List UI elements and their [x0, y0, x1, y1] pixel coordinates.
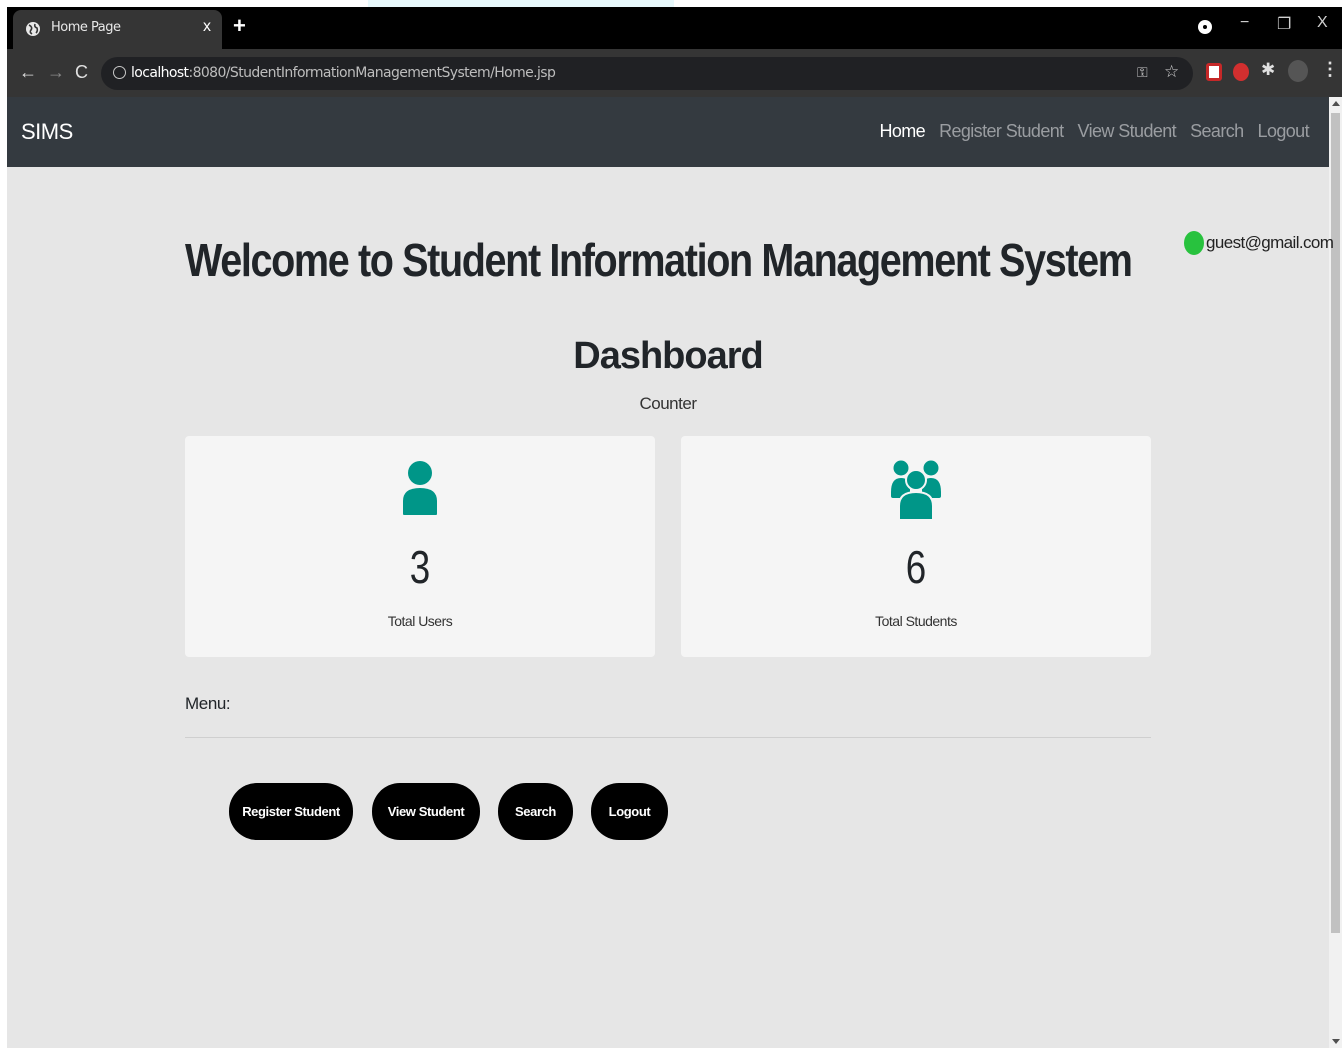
tab-bar: Home Page x + − ❐ X [7, 7, 1342, 49]
restore-button[interactable]: ❐ [1277, 14, 1291, 34]
total-students-label: Total Students [875, 613, 957, 629]
address-bar[interactable]: localhost:8080/StudentInformationManagem… [101, 57, 1193, 90]
nav-logout[interactable]: Logout [1258, 121, 1310, 142]
user-badge: guest@gmail.com [1184, 231, 1334, 255]
kebab-menu-icon[interactable]: ⋮ [1321, 59, 1339, 80]
nav-links: Home Register Student View Student Searc… [879, 121, 1309, 142]
total-students-card: 6 Total Students [681, 436, 1151, 657]
url-text[interactable]: localhost:8080/StudentInformationManagem… [131, 65, 556, 81]
search-button[interactable]: Search [498, 783, 573, 840]
back-arrow-icon[interactable]: ← [19, 62, 37, 83]
total-students-count: 6 [905, 541, 927, 593]
nav-view-student[interactable]: View Student [1078, 121, 1177, 142]
url-host: localhost [131, 65, 189, 81]
close-window-button[interactable]: X [1317, 14, 1328, 32]
nav-home[interactable]: Home [879, 121, 925, 142]
online-status-icon [1184, 231, 1204, 255]
globe-icon [26, 22, 40, 36]
bookmark-star-icon[interactable]: ☆ [1164, 62, 1179, 82]
new-tab-button[interactable]: + [233, 13, 246, 39]
info-icon[interactable] [113, 66, 126, 79]
browser-tab[interactable]: Home Page x [13, 10, 222, 49]
top-strip-highlight [368, 0, 674, 7]
scroll-up-icon[interactable] [1332, 101, 1340, 106]
page-title: Welcome to Student Information Managemen… [185, 234, 1133, 286]
nav-search[interactable]: Search [1190, 121, 1244, 142]
scroll-down-icon[interactable] [1332, 1039, 1340, 1044]
view-student-button[interactable]: View Student [372, 783, 480, 840]
avatar[interactable] [1288, 60, 1308, 82]
key-icon[interactable]: ⚿ [1137, 64, 1148, 81]
browser-window: Home Page x + − ❐ X ← → C localhost:8080… [7, 7, 1342, 1048]
extension-shield-icon[interactable] [1206, 63, 1222, 81]
logout-button[interactable]: Logout [591, 783, 668, 840]
user-email: guest@gmail.com [1206, 233, 1334, 252]
extensions-puzzle-icon[interactable]: ✱ [1261, 60, 1275, 80]
user-icon [403, 461, 437, 515]
total-users-count: 3 [409, 541, 431, 593]
tab-title: Home Page [51, 20, 121, 35]
browser-toolbar: ← → C localhost:8080/StudentInformationM… [7, 49, 1342, 97]
menu-label: Menu: [185, 694, 231, 713]
total-users-card: 3 Total Users [185, 436, 655, 657]
minimize-button[interactable]: − [1240, 14, 1249, 32]
divider [185, 737, 1151, 738]
top-strip [0, 0, 1342, 7]
forward-arrow-icon[interactable]: → [47, 62, 65, 83]
total-users-label: Total Users [387, 613, 453, 629]
profile-icon[interactable] [1198, 20, 1212, 34]
register-student-button[interactable]: Register Student [229, 783, 353, 840]
nav-register-student[interactable]: Register Student [939, 121, 1064, 142]
counter-label: Counter [639, 394, 697, 413]
brand-logo[interactable]: SIMS [21, 119, 73, 145]
url-path: :8080/StudentInformationManagementSystem… [188, 65, 556, 81]
reload-icon[interactable]: C [75, 62, 88, 83]
users-icon [891, 460, 941, 521]
tab-close-icon[interactable]: x [203, 18, 211, 36]
dashboard-heading: Dashboard [573, 335, 763, 377]
extension-opera-icon[interactable] [1233, 63, 1249, 81]
app-navbar: SIMS Home Register Student View Student … [7, 97, 1329, 167]
